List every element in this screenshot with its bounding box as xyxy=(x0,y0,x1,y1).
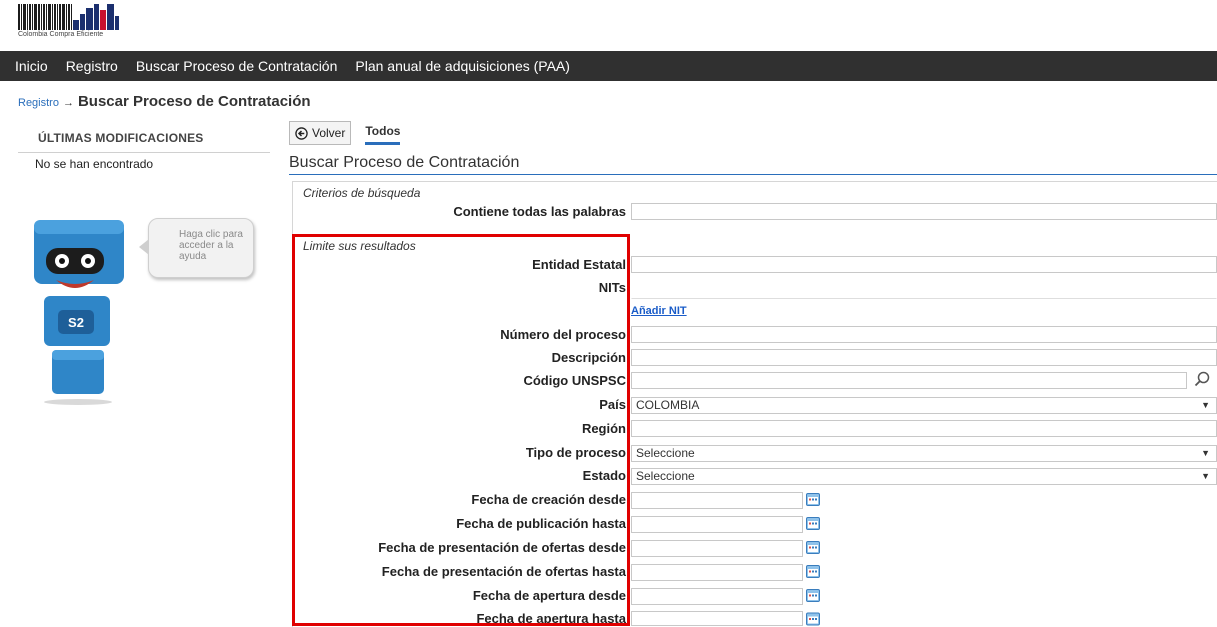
calendar-icon[interactable] xyxy=(806,540,820,554)
main-navbar: Inicio Registro Buscar Proceso de Contra… xyxy=(0,51,1217,81)
apertura-desde-input[interactable] xyxy=(631,588,803,605)
help-bubble-text: Haga clic para acceder a la ayuda xyxy=(179,229,243,262)
pais-value: COLOMBIA xyxy=(636,398,700,412)
toolbar: Volver Todos xyxy=(289,121,401,145)
creacion-desde-label: Fecha de creación desde xyxy=(471,492,626,507)
apertura-hasta-input[interactable] xyxy=(631,611,803,626)
numero-proceso-label: Número del proceso xyxy=(500,327,626,342)
entidad-label: Entidad Estatal xyxy=(532,257,626,272)
nits-label: NITs xyxy=(598,280,626,295)
tipo-proceso-value: Seleccione xyxy=(636,446,695,460)
descripcion-input[interactable] xyxy=(631,349,1217,366)
breadcrumb-link-registro[interactable]: Registro xyxy=(18,97,59,109)
back-arrow-icon xyxy=(295,126,308,140)
nits-field[interactable] xyxy=(631,282,1217,299)
ofertas-desde-label: Fecha de presentación de ofertas desde xyxy=(378,540,626,555)
keywords-input[interactable] xyxy=(631,203,1217,220)
header: Colombia Compra Eficiente xyxy=(0,0,1217,48)
creacion-desde-input[interactable] xyxy=(631,492,803,509)
nav-item-registro[interactable]: Registro xyxy=(57,58,127,74)
estado-value: Seleccione xyxy=(636,469,695,483)
chevron-down-icon: ▼ xyxy=(1201,448,1210,458)
tipo-proceso-label: Tipo de proceso xyxy=(525,445,626,460)
nav-item-buscar-proceso[interactable]: Buscar Proceso de Contratación xyxy=(127,58,347,74)
ofertas-hasta-label: Fecha de presentación de ofertas hasta xyxy=(381,564,626,579)
bubble-tail xyxy=(139,239,149,255)
region-label: Región xyxy=(581,421,626,436)
ofertas-hasta-input[interactable] xyxy=(631,564,803,581)
calendar-icon[interactable] xyxy=(806,588,820,602)
tipo-proceso-select[interactable]: Seleccione ▼ xyxy=(631,445,1217,462)
help-bubble[interactable]: Haga clic para acceder a la ayuda xyxy=(139,218,254,278)
breadcrumb-arrow: → xyxy=(62,97,74,109)
unspsc-label: Código UNSPSC xyxy=(523,373,626,388)
region-input[interactable] xyxy=(631,420,1217,437)
tab-todos[interactable]: Todos xyxy=(365,124,401,145)
descripcion-label: Descripción xyxy=(551,350,626,365)
page-title: Buscar Proceso de Contratación xyxy=(77,93,311,110)
nav-item-plan-anual[interactable]: Plan anual de adquisiciones (PAA) xyxy=(346,58,579,74)
criteria-title: Criterios de búsqueda xyxy=(303,186,421,200)
section-title: Buscar Proceso de Contratación xyxy=(289,154,520,171)
numero-proceso-input[interactable] xyxy=(631,326,1217,343)
sidebar-divider xyxy=(18,152,270,153)
estado-select[interactable]: Seleccione ▼ xyxy=(631,468,1217,485)
search-icon[interactable] xyxy=(1193,370,1211,388)
publicacion-hasta-label: Fecha de publicación hasta xyxy=(456,516,626,531)
calendar-icon[interactable] xyxy=(806,492,820,506)
add-nit-link[interactable]: Añadir NIT xyxy=(631,305,687,317)
logo-text: Colombia Compra Eficiente xyxy=(18,31,104,38)
chevron-down-icon: ▼ xyxy=(1201,400,1210,410)
mascot-label: S2 xyxy=(68,315,84,330)
section-divider xyxy=(289,174,1217,175)
filters-title: Limite sus resultados xyxy=(303,239,416,253)
sidebar-empty-text: No se han encontrado xyxy=(35,157,154,171)
unspsc-input[interactable] xyxy=(631,372,1187,389)
ofertas-desde-input[interactable] xyxy=(631,540,803,557)
calendar-icon[interactable] xyxy=(806,611,820,626)
barcode-logo-icon xyxy=(18,4,164,30)
colombia-compra-logo[interactable]: Colombia Compra Eficiente xyxy=(18,4,164,42)
entidad-input[interactable] xyxy=(631,256,1217,273)
back-button[interactable]: Volver xyxy=(289,121,352,145)
help-mascot[interactable]: S2 Haga clic para acceder a la ayuda xyxy=(28,212,258,407)
calendar-icon[interactable] xyxy=(806,564,820,578)
pais-label: País xyxy=(599,397,626,412)
publicacion-hasta-input[interactable] xyxy=(631,516,803,533)
back-button-label: Volver xyxy=(312,126,346,140)
sidebar-title: ÚLTIMAS MODIFICACIONES xyxy=(38,131,204,145)
calendar-icon[interactable] xyxy=(806,516,820,530)
apertura-desde-label: Fecha de apertura desde xyxy=(472,588,626,603)
breadcrumb: Registro → Buscar Proceso de Contratació… xyxy=(18,93,311,110)
apertura-hasta-label: Fecha de apertura hasta xyxy=(476,611,626,626)
keywords-label: Contiene todas las palabras xyxy=(453,204,626,219)
estado-label: Estado xyxy=(582,468,626,483)
nav-item-inicio[interactable]: Inicio xyxy=(0,58,57,74)
chevron-down-icon: ▼ xyxy=(1201,471,1210,481)
pais-select[interactable]: COLOMBIA ▼ xyxy=(631,397,1217,414)
